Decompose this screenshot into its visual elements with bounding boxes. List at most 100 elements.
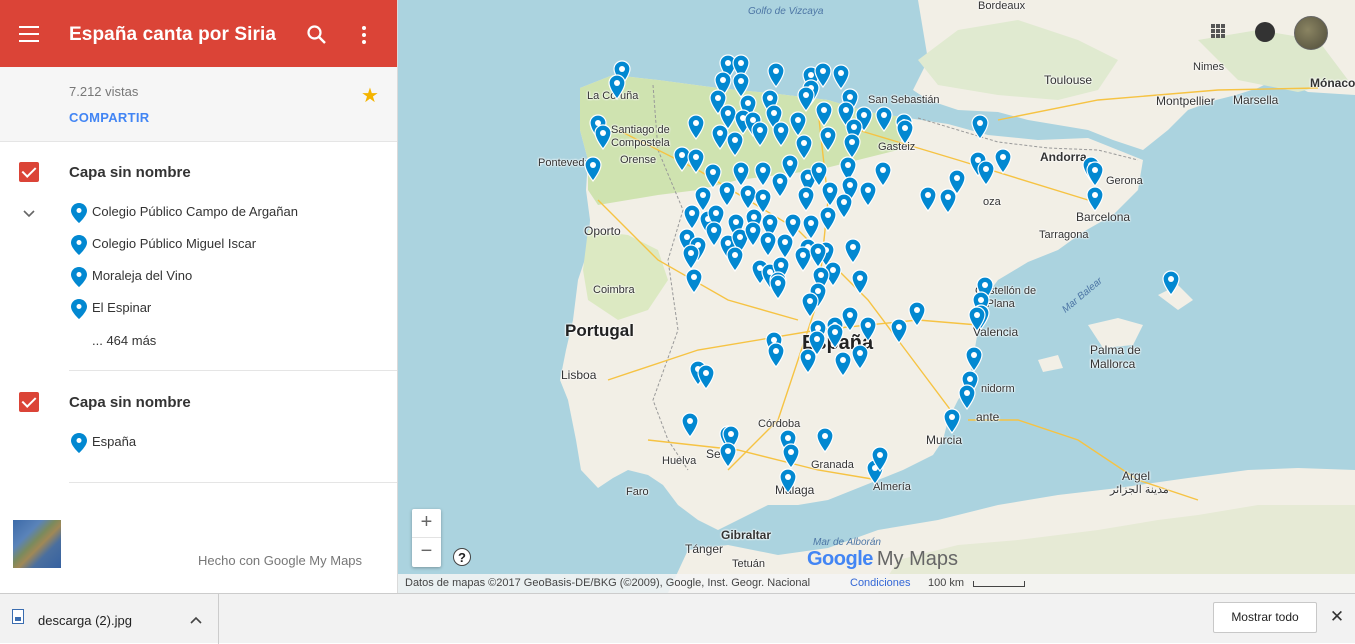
map-marker[interactable] <box>782 443 800 469</box>
map-marker[interactable] <box>719 442 737 468</box>
map-marker[interactable] <box>697 364 715 390</box>
made-with-label: Hecho con Google My Maps <box>198 553 363 568</box>
map-marker[interactable] <box>687 114 705 140</box>
place-name: España <box>92 434 137 449</box>
map-marker[interactable] <box>682 244 700 270</box>
menu-icon[interactable] <box>19 26 39 42</box>
map-marker[interactable] <box>819 126 837 152</box>
map-marker[interactable] <box>797 186 815 212</box>
star-icon[interactable]: ★ <box>361 83 379 108</box>
location-pin-icon <box>71 267 87 287</box>
map-marker[interactable] <box>594 124 612 150</box>
map-marker[interactable] <box>1086 161 1104 187</box>
view-count: 7.212 vistas <box>69 84 139 99</box>
map-canvas[interactable]: Golfo de Vizcaya Bordeaux Toulouse Nimes… <box>398 0 1355 593</box>
scale-bar <box>973 581 1025 587</box>
map-marker[interactable] <box>875 106 893 132</box>
more-places-link[interactable]: ... 464 más <box>92 333 156 348</box>
map-marker[interactable] <box>851 344 869 370</box>
map-marker[interactable] <box>767 342 785 368</box>
zoom-out-button[interactable]: − <box>412 538 441 567</box>
map-marker[interactable] <box>767 62 785 88</box>
place-name: Colegio Público Miguel Iscar <box>92 236 257 251</box>
map-marker[interactable] <box>859 316 877 342</box>
apps-grid-icon[interactable] <box>1211 24 1227 40</box>
map-marker[interactable] <box>908 301 926 327</box>
map-marker[interactable] <box>802 214 820 240</box>
map-marker[interactable] <box>1086 186 1104 212</box>
map-marker[interactable] <box>815 101 833 127</box>
chevron-up-icon[interactable] <box>190 612 202 624</box>
zoom-in-button[interactable]: + <box>412 509 441 538</box>
show-all-button[interactable]: Mostrar todo <box>1213 602 1317 633</box>
base-map-thumbnail[interactable] <box>13 520 61 568</box>
layer-1-title: Capa sin nombre <box>69 164 191 181</box>
layer-1-checkbox[interactable] <box>19 162 39 182</box>
map-marker[interactable] <box>919 186 937 212</box>
map-marker[interactable] <box>685 268 703 294</box>
map-marker[interactable] <box>965 346 983 372</box>
chevron-down-icon[interactable] <box>23 207 35 219</box>
google-my-maps-logo: Google My Maps <box>807 548 958 571</box>
app-header: España canta por Siria <box>0 0 397 67</box>
map-marker[interactable] <box>772 121 790 147</box>
map-marker[interactable] <box>681 412 699 438</box>
place-name: Colegio Público Campo de Argañan <box>92 204 298 219</box>
place-name: El Espinar <box>92 300 152 315</box>
scale-label: 100 km <box>928 577 965 589</box>
avatar[interactable] <box>1294 16 1328 50</box>
map-marker[interactable] <box>994 148 1012 174</box>
layer-2-checkbox[interactable] <box>19 392 39 412</box>
close-icon[interactable]: ✕ <box>1329 608 1345 625</box>
map-marker[interactable] <box>896 119 914 145</box>
map-attribution-bar: Datos de mapas ©2017 GeoBasis-DE/BKG (©2… <box>398 574 1355 593</box>
help-button[interactable]: ? <box>453 548 471 566</box>
map-marker[interactable] <box>977 160 995 186</box>
place-name: Moraleja del Vino <box>92 268 193 283</box>
map-marker[interactable] <box>771 172 789 198</box>
zoom-control: + − <box>412 509 441 567</box>
map-marker[interactable] <box>801 292 819 318</box>
map-marker[interactable] <box>971 114 989 140</box>
map-marker[interactable] <box>844 238 862 264</box>
map-marker[interactable] <box>726 131 744 157</box>
location-pin-icon <box>71 203 87 223</box>
map-marker[interactable] <box>943 408 961 434</box>
map-marker[interactable] <box>726 246 744 272</box>
terms-link[interactable]: Condiciones <box>850 577 911 589</box>
map-marker[interactable] <box>834 351 852 377</box>
map-marker[interactable] <box>851 269 869 295</box>
map-marker[interactable] <box>797 86 815 112</box>
more-options-icon[interactable] <box>357 24 371 46</box>
map-marker[interactable] <box>687 148 705 174</box>
map-marker[interactable] <box>968 306 986 332</box>
search-icon[interactable] <box>306 24 328 46</box>
map-marker[interactable] <box>890 318 908 344</box>
map-marker[interactable] <box>832 64 850 90</box>
image-file-icon <box>12 609 24 624</box>
location-pin-icon <box>71 235 87 255</box>
map-marker[interactable] <box>859 181 877 207</box>
share-button[interactable]: COMPARTIR <box>69 110 149 125</box>
notifications-icon[interactable] <box>1255 22 1275 42</box>
map-marker[interactable] <box>808 330 826 356</box>
map-marker[interactable] <box>835 193 853 219</box>
map-marker[interactable] <box>958 384 976 410</box>
map-marker[interactable] <box>871 446 889 472</box>
layer-2: Capa sin nombre España <box>0 370 397 482</box>
map-marker[interactable] <box>816 427 834 453</box>
download-item[interactable]: descarga (2).jpg <box>0 594 219 644</box>
layer-divider <box>69 482 397 483</box>
location-pin-icon <box>71 433 87 453</box>
map-marker[interactable] <box>584 156 602 182</box>
map-marker[interactable] <box>769 274 787 300</box>
map-marker[interactable] <box>826 323 844 349</box>
map-marker[interactable] <box>608 74 626 100</box>
map-marker[interactable] <box>948 169 966 195</box>
map-marker[interactable] <box>1162 270 1180 296</box>
map-marker[interactable] <box>759 231 777 257</box>
logo-google: Google <box>807 548 873 570</box>
location-pin-icon <box>71 299 87 319</box>
map-marker[interactable] <box>751 121 769 147</box>
map-marker[interactable] <box>779 468 797 494</box>
